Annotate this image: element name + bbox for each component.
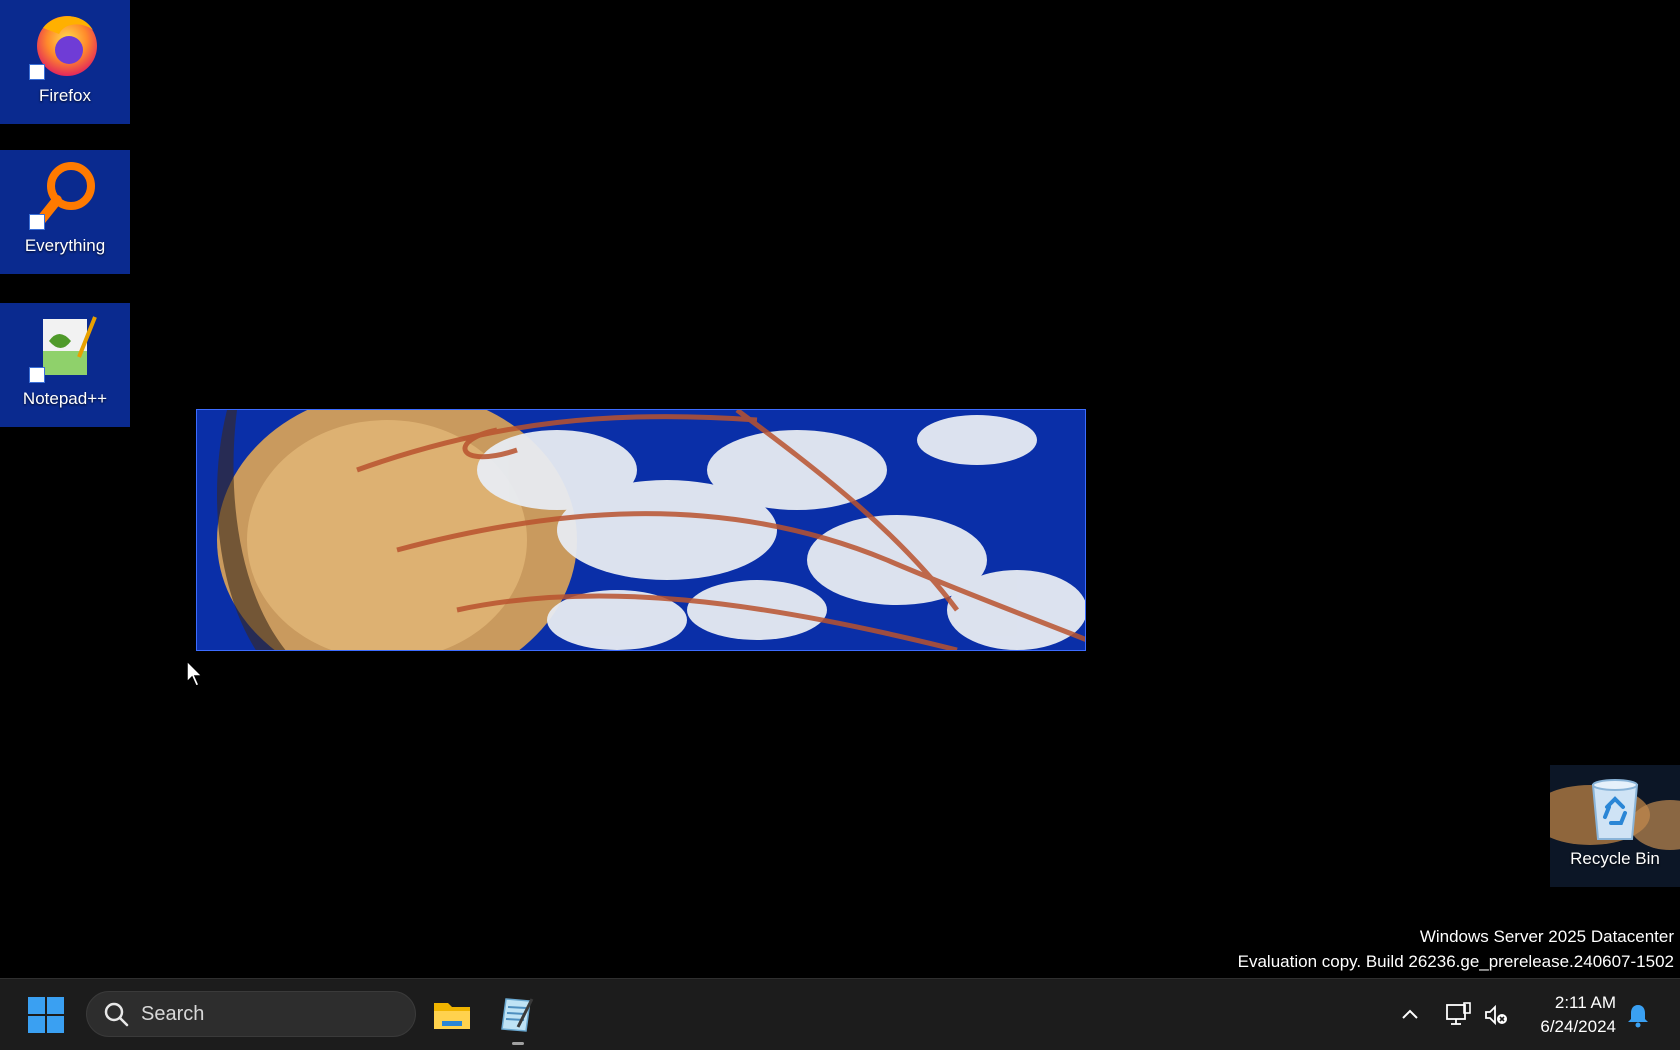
shortcut-arrow-icon — [29, 214, 45, 230]
clock-date: 6/24/2024 — [1540, 1017, 1616, 1036]
firefox-icon — [29, 8, 101, 80]
notepad-icon — [501, 998, 534, 1032]
volume-button[interactable] — [1482, 1001, 1510, 1029]
wallpaper-fragment — [196, 409, 1086, 651]
bell-icon — [1628, 1005, 1648, 1028]
watermark-build: Evaluation copy. Build 26236.ge_prerelea… — [1237, 952, 1674, 971]
os-watermark: Windows Server 2025 Datacenter Evaluatio… — [1238, 924, 1674, 974]
desktop-icon-notepad-plus-plus[interactable]: Notepad++ — [0, 303, 130, 427]
taskbar-clock[interactable]: 2:11 AM 6/24/2024 — [1524, 991, 1616, 1039]
start-button[interactable] — [26, 995, 66, 1035]
mouse-cursor-icon — [186, 659, 206, 688]
desktop-icon-firefox[interactable]: Firefox — [0, 0, 130, 124]
search-placeholder: Search — [141, 1002, 205, 1025]
recycle-bin-label: Recycle Bin — [1570, 849, 1660, 868]
chevron-up-icon — [1402, 1009, 1418, 1019]
show-hidden-icons-button[interactable] — [1396, 1001, 1424, 1029]
shortcut-arrow-icon — [29, 367, 45, 383]
watermark-edition: Windows Server 2025 Datacenter — [1419, 927, 1674, 946]
network-monitor-icon — [1446, 1002, 1471, 1025]
desktop-icon-everything[interactable]: Everything — [0, 150, 130, 274]
clock-time: 2:11 AM — [1554, 993, 1616, 1012]
folder-icon — [434, 1003, 470, 1029]
taskbar-search-box[interactable]: Search — [86, 991, 416, 1037]
desktop-icon-label: Notepad++ — [22, 389, 108, 408]
volume-muted-icon — [1485, 1004, 1507, 1026]
shortcut-arrow-icon — [29, 64, 45, 80]
desktop: Firefox Everything Notepad++ Recycle Bin… — [0, 0, 1680, 978]
recycle-bin-icon — [1585, 777, 1645, 843]
desktop-icon-label: Everything — [24, 236, 106, 255]
search-icon — [104, 1002, 129, 1027]
network-button[interactable] — [1444, 1001, 1472, 1029]
taskbar-app-file-explorer[interactable] — [430, 993, 474, 1037]
everything-search-icon — [29, 158, 101, 230]
taskbar: Search 2:11 AM 6/24/2024 — [0, 978, 1680, 1050]
running-indicator — [512, 1042, 524, 1045]
desktop-icon-label: Firefox — [39, 86, 91, 105]
notifications-button[interactable] — [1624, 1001, 1652, 1029]
desktop-icon-recycle-bin[interactable]: Recycle Bin — [1550, 765, 1680, 887]
windows-start-icon — [28, 997, 64, 1033]
notepad-plus-plus-icon — [29, 311, 101, 383]
taskbar-app-notepad[interactable] — [496, 993, 540, 1045]
